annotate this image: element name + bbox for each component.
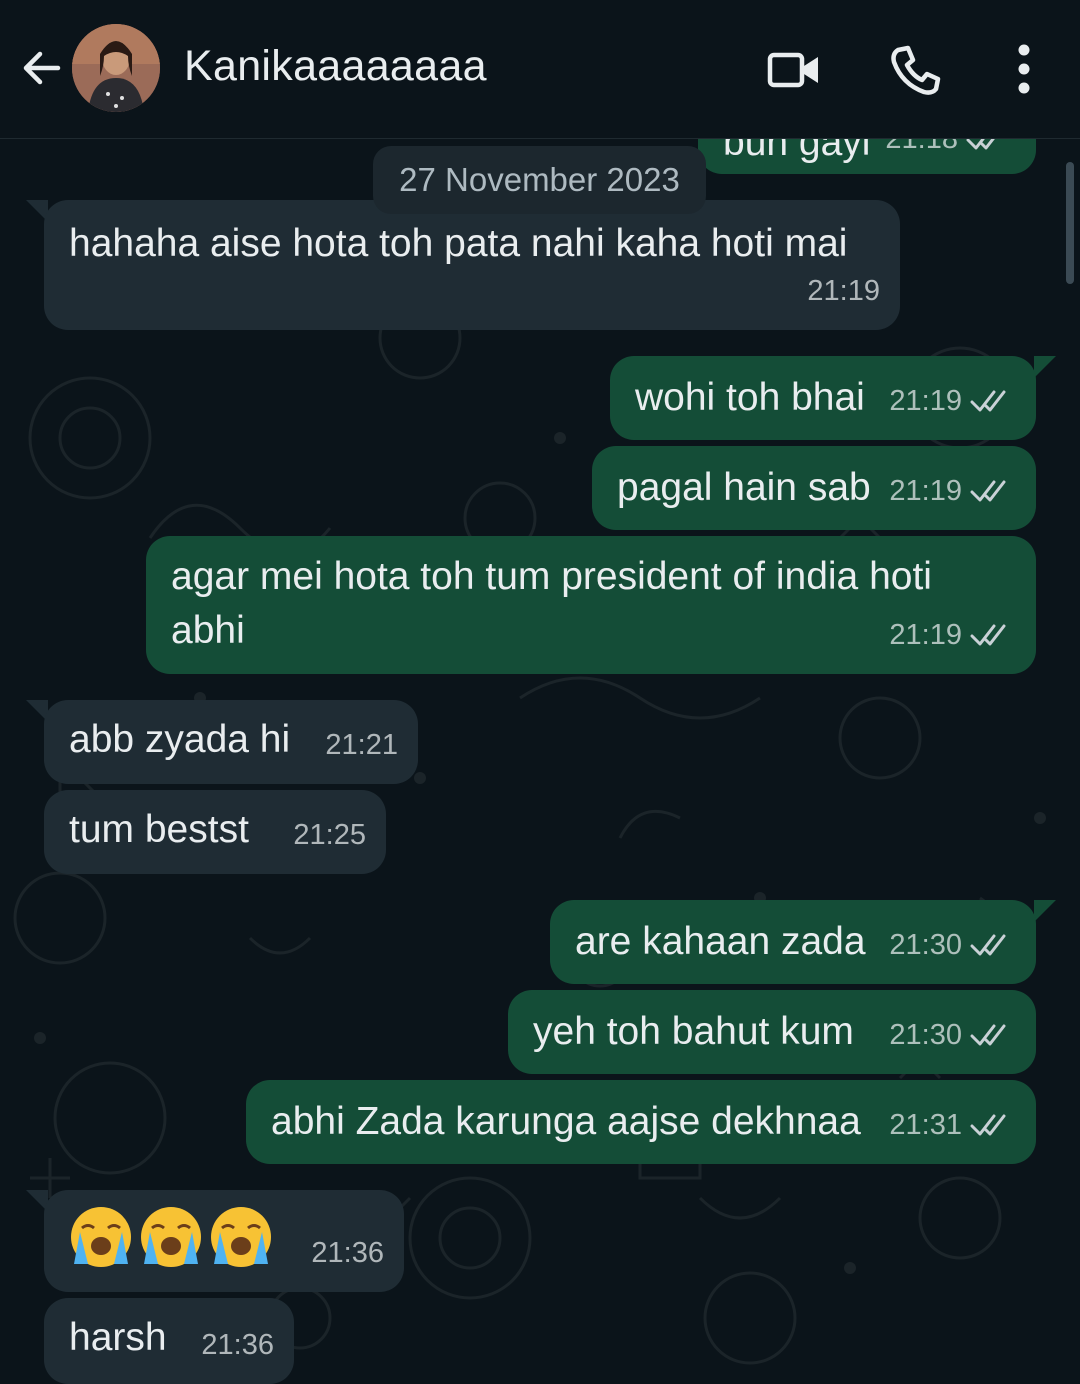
message-time: 21:36 <box>311 1237 384 1269</box>
message-meta: 21:19 <box>889 464 1014 518</box>
message-meta: 21:36 <box>311 1226 384 1280</box>
double-check-read-icon <box>970 390 1006 412</box>
message-bubble-incoming[interactable]: abb zyada hi 21:21 <box>44 700 418 784</box>
more-vertical-icon[interactable] <box>996 42 1052 98</box>
emoji-row <box>68 1204 278 1270</box>
message-text: abhi Zada karunga aajse dekhnaa <box>271 1100 861 1143</box>
message-meta: 21:21 <box>325 718 398 772</box>
message-meta: 21:19 <box>889 374 1014 428</box>
message-meta: 21:30 <box>889 1008 1014 1062</box>
avatar[interactable] <box>72 24 160 112</box>
loudly-crying-face-icon <box>211 1207 271 1267</box>
message-time: 21:30 <box>889 1019 962 1051</box>
double-check-read-icon <box>970 1024 1006 1046</box>
message-time: 21:19 <box>889 385 962 417</box>
message-time: 21:19 <box>889 619 962 651</box>
message-text: wohi toh bhai <box>635 376 865 419</box>
scrollbar[interactable] <box>1066 162 1074 284</box>
double-check-read-icon <box>970 1114 1006 1136</box>
chat-header: Kanikaaaaaaaa <box>0 0 1080 139</box>
message-text: tum bestst <box>69 808 249 851</box>
phone-icon[interactable] <box>888 42 944 98</box>
loudly-crying-face-icon <box>71 1207 131 1267</box>
message-text: pagal hain sab <box>617 466 871 509</box>
message-time: 21:36 <box>201 1329 274 1361</box>
message-time: 21:25 <box>293 819 366 851</box>
loudly-crying-face-icon <box>141 1207 201 1267</box>
message-bubble-outgoing[interactable]: wohi toh bhai 21:19 <box>610 356 1036 440</box>
message-time: 21:19 <box>807 275 880 307</box>
contact-name[interactable]: Kanikaaaaaaaa <box>184 42 487 91</box>
message-text: agar mei hota toh tum president of india… <box>171 555 932 652</box>
message-text: are kahaan zada <box>575 920 866 963</box>
message-time: 21:30 <box>889 929 962 961</box>
message-text: harsh <box>69 1316 167 1359</box>
message-meta: 21:36 <box>201 1318 274 1372</box>
message-text: yeh toh bahut kum <box>533 1010 854 1053</box>
message-meta: 21:19 <box>807 264 880 318</box>
double-check-read-icon <box>970 624 1006 646</box>
message-meta: 21:30 <box>889 918 1014 972</box>
bubble-tail <box>1034 356 1056 378</box>
message-meta: 21:31 <box>889 1098 1014 1152</box>
message-bubble-outgoing[interactable]: pagal hain sab 21:19 <box>592 446 1036 530</box>
back-arrow-icon[interactable] <box>18 44 66 92</box>
message-time: 21:19 <box>889 475 962 507</box>
message-text: hahaha aise hota toh pata nahi kaha hoti… <box>69 222 848 265</box>
message-bubble-incoming[interactable]: tum bestst 21:25 <box>44 790 386 874</box>
message-bubble-outgoing[interactable]: are kahaan zada 21:30 <box>550 900 1036 984</box>
message-time: 21:21 <box>325 729 398 761</box>
message-bubble-incoming[interactable]: harsh 21:36 <box>44 1298 294 1384</box>
message-bubble-outgoing[interactable]: abhi Zada karunga aajse dekhnaa 21:31 <box>246 1080 1036 1164</box>
message-bubble-outgoing[interactable]: agar mei hota toh tum president of india… <box>146 536 1036 674</box>
double-check-read-icon <box>970 480 1006 502</box>
message-meta: 21:19 <box>889 608 1014 662</box>
message-time: 21:31 <box>889 1109 962 1141</box>
date-separator: 27 November 2023 <box>373 146 706 214</box>
message-text: abb zyada hi <box>69 718 291 761</box>
video-call-icon[interactable] <box>766 42 822 98</box>
double-check-read-icon <box>970 934 1006 956</box>
message-bubble-outgoing[interactable]: yeh toh bahut kum 21:30 <box>508 990 1036 1074</box>
message-meta: 21:25 <box>293 808 366 862</box>
bubble-tail <box>1034 900 1056 922</box>
message-bubble-incoming[interactable]: 21:36 <box>44 1190 404 1292</box>
message-bubble-incoming[interactable]: hahaha aise hota toh pata nahi kaha hoti… <box>44 200 900 330</box>
